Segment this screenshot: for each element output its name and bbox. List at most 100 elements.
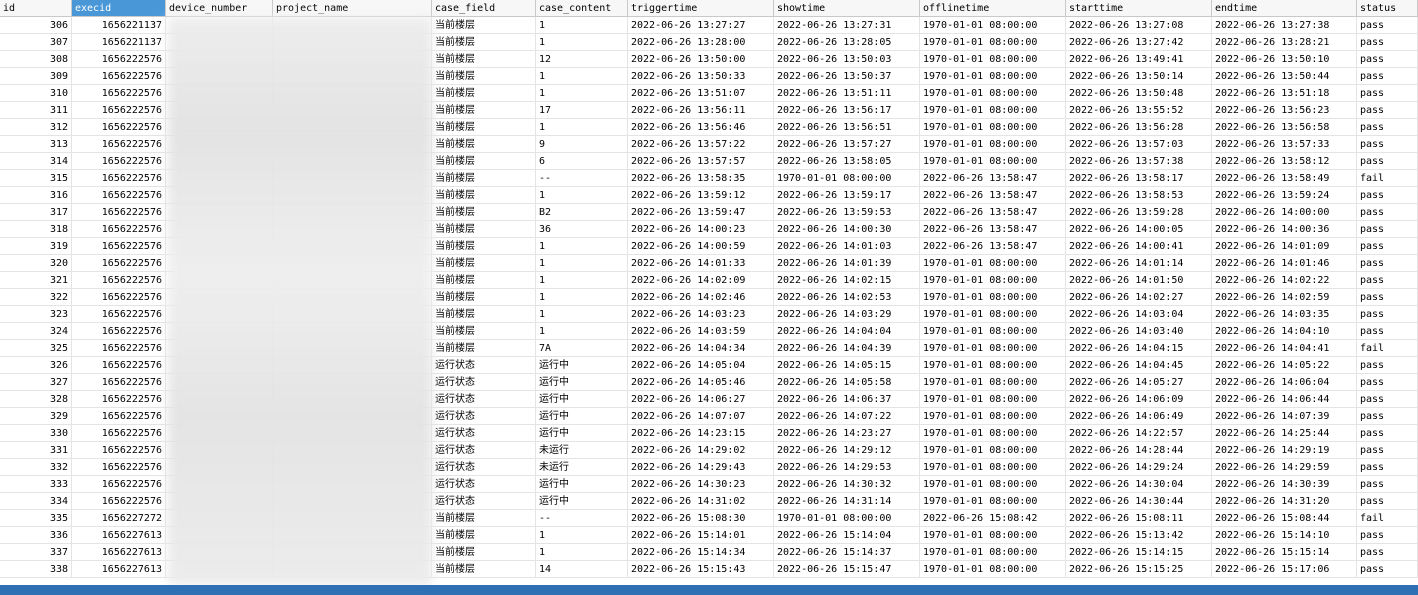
cell-status[interactable]: pass [1357,323,1418,340]
cell-endtime[interactable]: 2022-06-26 14:01:09 [1212,238,1357,255]
cell-offlinetime[interactable]: 1970-01-01 08:00:00 [920,476,1066,493]
cell-case-content[interactable]: 未运行 [536,459,628,476]
cell-case-field[interactable]: 当前楼层 [432,340,536,357]
cell-execid[interactable]: 1656222576 [72,187,166,204]
cell-starttime[interactable]: 2022-06-26 13:50:48 [1066,85,1212,102]
cell-starttime[interactable]: 2022-06-26 14:06:09 [1066,391,1212,408]
cell-triggertime[interactable]: 2022-06-26 14:04:34 [628,340,774,357]
cell-triggertime[interactable]: 2022-06-26 14:29:02 [628,442,774,459]
cell-id[interactable]: 317 [0,204,72,221]
cell-endtime[interactable]: 2022-06-26 15:15:14 [1212,544,1357,561]
cell-status[interactable]: pass [1357,102,1418,119]
cell-starttime[interactable]: 2022-06-26 15:15:25 [1066,561,1212,578]
cell-showtime[interactable]: 2022-06-26 14:23:27 [774,425,920,442]
cell-showtime[interactable]: 2022-06-26 13:51:11 [774,85,920,102]
cell-starttime[interactable]: 2022-06-26 14:01:50 [1066,272,1212,289]
cell-starttime[interactable]: 2022-06-26 14:28:44 [1066,442,1212,459]
cell-showtime[interactable]: 2022-06-26 13:27:31 [774,17,920,34]
cell-id[interactable]: 322 [0,289,72,306]
cell-case-content[interactable]: 14 [536,561,628,578]
cell-status[interactable]: pass [1357,238,1418,255]
cell-case-field[interactable]: 当前楼层 [432,289,536,306]
cell-endtime[interactable]: 2022-06-26 14:04:10 [1212,323,1357,340]
cell-execid[interactable]: 1656227272 [72,510,166,527]
cell-endtime[interactable]: 2022-06-26 14:29:59 [1212,459,1357,476]
cell-execid[interactable]: 1656222576 [72,221,166,238]
cell-endtime[interactable]: 2022-06-26 13:58:12 [1212,153,1357,170]
cell-starttime[interactable]: 2022-06-26 13:58:17 [1066,170,1212,187]
cell-endtime[interactable]: 2022-06-26 13:27:38 [1212,17,1357,34]
cell-case-field[interactable]: 运行状态 [432,374,536,391]
cell-triggertime[interactable]: 2022-06-26 13:57:22 [628,136,774,153]
cell-offlinetime[interactable]: 1970-01-01 08:00:00 [920,51,1066,68]
cell-case-field[interactable]: 当前楼层 [432,527,536,544]
cell-endtime[interactable]: 2022-06-26 13:50:10 [1212,51,1357,68]
cell-showtime[interactable]: 2022-06-26 14:29:53 [774,459,920,476]
cell-triggertime[interactable]: 2022-06-26 14:05:04 [628,357,774,374]
cell-execid[interactable]: 1656222576 [72,289,166,306]
cell-triggertime[interactable]: 2022-06-26 13:50:00 [628,51,774,68]
cell-id[interactable]: 329 [0,408,72,425]
cell-id[interactable]: 328 [0,391,72,408]
cell-triggertime[interactable]: 2022-06-26 15:14:34 [628,544,774,561]
cell-id[interactable]: 325 [0,340,72,357]
column-header-offlinetime[interactable]: offlinetime [920,0,1066,17]
column-header-endtime[interactable]: endtime [1212,0,1357,17]
cell-triggertime[interactable]: 2022-06-26 14:07:07 [628,408,774,425]
cell-starttime[interactable]: 2022-06-26 13:57:38 [1066,153,1212,170]
cell-offlinetime[interactable]: 2022-06-26 13:58:47 [920,221,1066,238]
cell-endtime[interactable]: 2022-06-26 14:05:22 [1212,357,1357,374]
cell-endtime[interactable]: 2022-06-26 13:50:44 [1212,68,1357,85]
cell-id[interactable]: 319 [0,238,72,255]
cell-starttime[interactable]: 2022-06-26 13:27:08 [1066,17,1212,34]
cell-offlinetime[interactable]: 1970-01-01 08:00:00 [920,136,1066,153]
cell-showtime[interactable]: 2022-06-26 15:14:04 [774,527,920,544]
cell-status[interactable]: pass [1357,408,1418,425]
cell-offlinetime[interactable]: 1970-01-01 08:00:00 [920,561,1066,578]
cell-showtime[interactable]: 2022-06-26 13:57:27 [774,136,920,153]
cell-status[interactable]: pass [1357,119,1418,136]
cell-case-content[interactable]: 1 [536,68,628,85]
cell-id[interactable]: 326 [0,357,72,374]
cell-endtime[interactable]: 2022-06-26 14:31:20 [1212,493,1357,510]
cell-triggertime[interactable]: 2022-06-26 14:03:59 [628,323,774,340]
cell-triggertime[interactable]: 2022-06-26 15:08:30 [628,510,774,527]
cell-id[interactable]: 338 [0,561,72,578]
cell-endtime[interactable]: 2022-06-26 15:14:10 [1212,527,1357,544]
cell-starttime[interactable]: 2022-06-26 13:49:41 [1066,51,1212,68]
cell-execid[interactable]: 1656222576 [72,153,166,170]
cell-execid[interactable]: 1656227613 [72,561,166,578]
cell-id[interactable]: 309 [0,68,72,85]
cell-endtime[interactable]: 2022-06-26 14:02:22 [1212,272,1357,289]
cell-triggertime[interactable]: 2022-06-26 14:01:33 [628,255,774,272]
cell-endtime[interactable]: 2022-06-26 15:08:44 [1212,510,1357,527]
cell-showtime[interactable]: 2022-06-26 14:03:29 [774,306,920,323]
cell-starttime[interactable]: 2022-06-26 13:59:28 [1066,204,1212,221]
cell-case-content[interactable]: 1 [536,238,628,255]
cell-triggertime[interactable]: 2022-06-26 13:56:46 [628,119,774,136]
column-header-starttime[interactable]: starttime [1066,0,1212,17]
cell-case-content[interactable]: 1 [536,272,628,289]
cell-case-content[interactable]: 1 [536,119,628,136]
cell-status[interactable]: pass [1357,493,1418,510]
cell-offlinetime[interactable]: 1970-01-01 08:00:00 [920,34,1066,51]
cell-status[interactable]: fail [1357,170,1418,187]
cell-offlinetime[interactable]: 1970-01-01 08:00:00 [920,374,1066,391]
cell-endtime[interactable]: 2022-06-26 14:03:35 [1212,306,1357,323]
cell-case-content[interactable]: 运行中 [536,476,628,493]
cell-endtime[interactable]: 2022-06-26 13:56:23 [1212,102,1357,119]
cell-status[interactable]: pass [1357,459,1418,476]
cell-endtime[interactable]: 2022-06-26 14:06:04 [1212,374,1357,391]
cell-status[interactable]: pass [1357,34,1418,51]
cell-starttime[interactable]: 2022-06-26 14:04:45 [1066,357,1212,374]
cell-case-content[interactable]: 1 [536,255,628,272]
cell-case-content[interactable]: 1 [536,85,628,102]
cell-offlinetime[interactable]: 2022-06-26 15:08:42 [920,510,1066,527]
cell-showtime[interactable]: 2022-06-26 15:14:37 [774,544,920,561]
cell-starttime[interactable]: 2022-06-26 13:50:14 [1066,68,1212,85]
cell-id[interactable]: 314 [0,153,72,170]
cell-triggertime[interactable]: 2022-06-26 13:56:11 [628,102,774,119]
cell-id[interactable]: 307 [0,34,72,51]
cell-execid[interactable]: 1656222576 [72,136,166,153]
cell-id[interactable]: 318 [0,221,72,238]
